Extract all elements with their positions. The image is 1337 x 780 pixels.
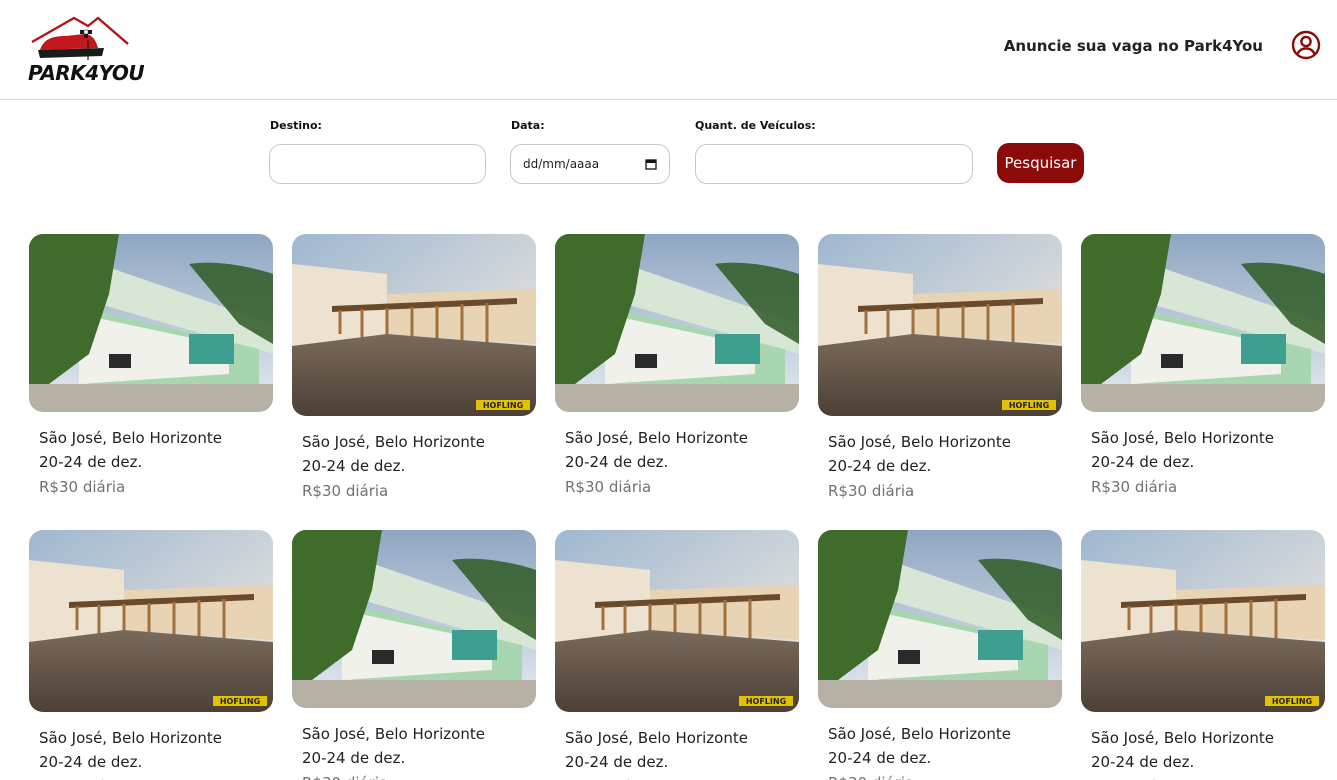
listing-photo[interactable]: HOFLING: [29, 530, 273, 712]
listing-dates: 20-24 de dez.: [828, 749, 932, 767]
listing-location: São José, Belo Horizonte: [1091, 429, 1274, 447]
listing-dates: 20-24 de dez.: [302, 457, 406, 475]
building-photo: [29, 234, 273, 412]
svg-text:HOFLING: HOFLING: [1272, 697, 1312, 706]
listing-card[interactable]: São José, Belo Horizonte 20-24 de dez. R$3…: [555, 234, 799, 500]
carport-photo: HOFLING: [818, 234, 1062, 416]
vehicles-quantity-input[interactable]: [695, 144, 973, 184]
listing-details: São José, Belo Horizonte 20-24 de dez. R$3…: [292, 430, 536, 504]
listing-dates: 20-24 de dez.: [565, 453, 669, 471]
listing-photo[interactable]: [29, 234, 273, 412]
listing-price: R$30 diária: [565, 774, 799, 780]
listing-location: São José, Belo Horizonte: [565, 429, 748, 447]
vehicles-label: Quant. de Veículos:: [695, 119, 816, 132]
listing-card[interactable]: HOFLING São José, Belo Horizonte 20-24 de …: [555, 530, 799, 780]
listing-price: R$30 diária: [302, 482, 389, 500]
house-car-logo-icon: [31, 16, 129, 60]
listing-card[interactable]: São José, Belo Horizonte 20-24 de dez. R$3…: [292, 530, 536, 780]
listing-details: São José, Belo Horizonte 20-24 de dez. R$3…: [292, 722, 536, 780]
destination-input[interactable]: [269, 144, 486, 184]
listing-details: São José, Belo Horizonte 20-24 de dez. R$3…: [1081, 726, 1325, 780]
listing-price: R$30 diária: [565, 478, 652, 496]
listing-card[interactable]: HOFLING São José, Belo Horizonte 20-24 de …: [29, 530, 273, 780]
listing-price: R$30 diária: [828, 482, 915, 500]
user-account-button[interactable]: [1289, 28, 1323, 62]
building-photo: [292, 530, 536, 708]
logo-text: PARK4YOU: [28, 61, 145, 85]
building-photo: [555, 234, 799, 412]
listing-card[interactable]: São José, Belo Horizonte 20-24 de dez. R$3…: [818, 530, 1062, 780]
listing-dates: 20-24 de dez.: [1091, 453, 1195, 471]
building-photo: [1081, 234, 1325, 412]
listing-location: São José, Belo Horizonte: [1091, 729, 1274, 747]
listing-dates: 20-24 de dez.: [565, 753, 669, 771]
listing-photo[interactable]: HOFLING: [1081, 530, 1325, 712]
carport-photo: HOFLING: [1081, 530, 1325, 712]
listing-photo[interactable]: [555, 234, 799, 412]
date-label: Data:: [511, 119, 545, 132]
listing-details: São José, Belo Horizonte 20-24 de dez. R$3…: [29, 726, 273, 780]
listing-details: São José, Belo Horizonte 20-24 de dez. R$3…: [555, 726, 799, 780]
date-input[interactable]: dd/mm/aaaa: [510, 144, 670, 184]
listing-dates: 20-24 de dez.: [828, 457, 932, 475]
listing-dates: 20-24 de dez.: [39, 453, 143, 471]
listing-card[interactable]: HOFLING São José, Belo Horizonte 20-24 de …: [818, 234, 1062, 504]
listing-card[interactable]: São José, Belo Horizonte 20-24 de dez. R$3…: [29, 234, 273, 500]
date-placeholder: dd/mm/aaaa: [523, 157, 600, 171]
svg-text:HOFLING: HOFLING: [483, 401, 523, 410]
carport-photo: HOFLING: [29, 530, 273, 712]
listing-dates: 20-24 de dez.: [302, 749, 406, 767]
listing-location: São José, Belo Horizonte: [302, 433, 485, 451]
listing-dates: 20-24 de dez.: [39, 753, 143, 771]
listing-photo[interactable]: HOFLING: [818, 234, 1062, 416]
listing-photo[interactable]: HOFLING: [292, 234, 536, 416]
listing-details: São José, Belo Horizonte 20-24 de dez. R$3…: [29, 426, 273, 500]
listing-photo[interactable]: [1081, 234, 1325, 412]
carport-photo: HOFLING: [292, 234, 536, 416]
listing-photo[interactable]: HOFLING: [555, 530, 799, 712]
building-photo: [818, 530, 1062, 708]
listing-dates: 20-24 de dez.: [1091, 753, 1195, 771]
listing-location: São José, Belo Horizonte: [828, 433, 1011, 451]
user-circle-icon: [1291, 30, 1321, 60]
listing-price: R$30 diária: [39, 478, 126, 496]
listing-location: São José, Belo Horizonte: [39, 429, 222, 447]
listing-photo[interactable]: [818, 530, 1062, 708]
listing-details: São José, Belo Horizonte 20-24 de dez. R$3…: [555, 426, 799, 500]
park4you-logo[interactable]: PARK4YOU: [26, 14, 145, 90]
listing-card[interactable]: São José, Belo Horizonte 20-24 de dez. R$3…: [1081, 234, 1325, 500]
destination-label: Destino:: [270, 119, 322, 132]
listing-details: São José, Belo Horizonte 20-24 de dez. R$3…: [818, 722, 1062, 780]
listing-location: São José, Belo Horizonte: [828, 725, 1011, 743]
listing-location: São José, Belo Horizonte: [565, 729, 748, 747]
listing-price: R$30 diária: [302, 770, 536, 780]
carport-photo: HOFLING: [555, 530, 799, 712]
listing-location: São José, Belo Horizonte: [39, 729, 222, 747]
listing-details: São José, Belo Horizonte 20-24 de dez. R$3…: [1081, 426, 1325, 500]
listing-location: São José, Belo Horizonte: [302, 725, 485, 743]
svg-text:HOFLING: HOFLING: [220, 697, 260, 706]
listing-card[interactable]: HOFLING São José, Belo Horizonte 20-24 de …: [292, 234, 536, 504]
top-header: PARK4YOU Anuncie sua vaga no Park4You: [0, 0, 1337, 100]
calendar-icon[interactable]: [645, 158, 657, 170]
listing-details: São José, Belo Horizonte 20-24 de dez. R$3…: [818, 430, 1062, 504]
listing-photo[interactable]: [292, 530, 536, 708]
listing-price: R$30 diária: [1091, 478, 1178, 496]
listing-card[interactable]: HOFLING São José, Belo Horizonte 20-24 de …: [1081, 530, 1325, 780]
listing-price: R$30 diária: [1091, 774, 1325, 780]
advertise-spot-link[interactable]: Anuncie sua vaga no Park4You: [1004, 37, 1263, 55]
svg-text:HOFLING: HOFLING: [1009, 401, 1049, 410]
search-button[interactable]: Pesquisar: [997, 143, 1084, 183]
listing-price: R$30 diária: [39, 774, 273, 780]
svg-text:HOFLING: HOFLING: [746, 697, 786, 706]
listing-price: R$30 diária: [828, 770, 1062, 780]
